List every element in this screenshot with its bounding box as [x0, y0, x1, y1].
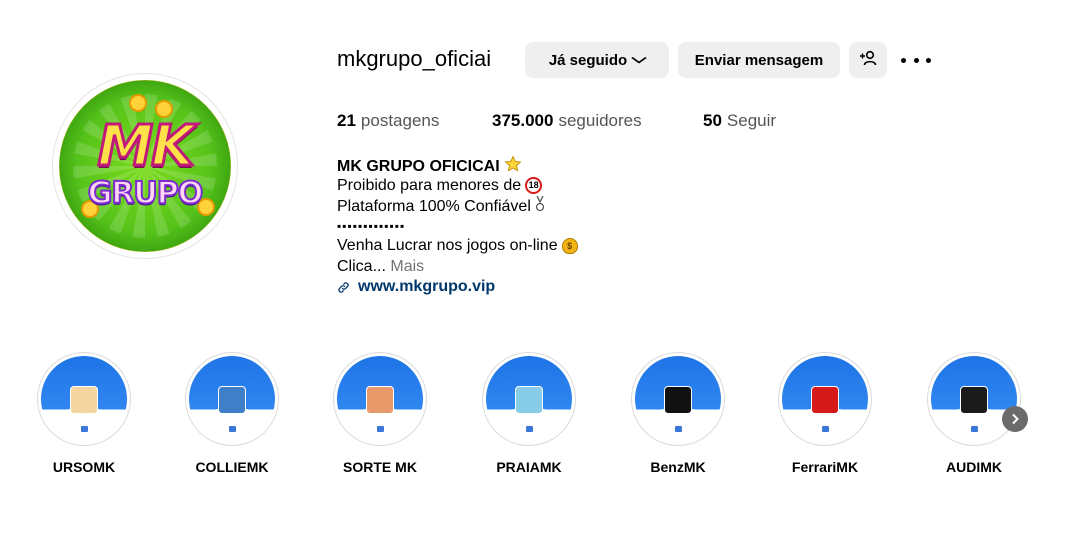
website-link-text: www.mkgrupo.vip — [358, 278, 496, 295]
highlight-label: AUDIMK — [946, 459, 1002, 475]
highlight-image — [931, 356, 1017, 442]
highlight-image — [189, 356, 275, 442]
bio-line1-text: Proibido para menores de — [337, 177, 522, 194]
highlight-label: BenzMK — [650, 459, 706, 475]
highlight-label: SORTE MK — [343, 459, 417, 475]
highlight-item[interactable]: FerrariMK — [777, 352, 873, 475]
bio-divider: ▪▪▪▪▪▪▪▪▪▪▪▪▪ — [337, 219, 406, 233]
highlight-cover — [778, 352, 872, 446]
more-options-icon[interactable] — [901, 48, 931, 72]
highlight-image — [486, 356, 572, 442]
bio-line-trust: Plataforma 100% Confiável — [337, 195, 545, 218]
highlight-image — [41, 356, 127, 442]
posts-count: 21 — [337, 111, 356, 130]
highlight-item[interactable]: SORTE MK — [332, 352, 428, 475]
highlight-thumbnail — [218, 386, 246, 414]
highlight-label: FerrariMK — [791, 459, 859, 475]
highlight-cover — [185, 352, 279, 446]
highlight-mini-icon — [229, 426, 236, 432]
highlight-item[interactable]: BenzMK — [630, 352, 726, 475]
bio-website-link[interactable]: www.mkgrupo.vip — [337, 278, 495, 296]
highlight-image — [635, 356, 721, 442]
highlight-thumbnail — [960, 386, 988, 414]
bio-line4-text: Venha Lucrar nos jogos on-line — [337, 237, 558, 254]
followers-label: seguidores — [558, 111, 642, 130]
highlight-label: PRAIAMK — [496, 459, 562, 475]
highlight-mini-icon — [81, 426, 88, 432]
highlight-mini-icon — [675, 426, 682, 432]
money-bag-icon: $ — [561, 237, 578, 254]
bio-line-click: Clica... Mais — [337, 257, 424, 277]
link-icon — [338, 281, 349, 293]
highlight-label: URSOMK — [52, 459, 116, 475]
send-message-button[interactable]: Enviar mensagem — [678, 42, 840, 78]
followers-count: 375.000 — [492, 111, 554, 130]
highlight-thumbnail — [811, 386, 839, 414]
following-button-label: Já seguido — [548, 51, 628, 69]
highlight-label: COLLIEMK — [195, 459, 269, 475]
avatar-image: MK GRUPO — [59, 80, 231, 252]
following-button[interactable]: Já seguido — [525, 42, 669, 78]
posts-label: postagens — [360, 111, 440, 130]
bio-line2-text: Plataforma 100% Confiável — [337, 198, 531, 216]
highlight-cover — [927, 352, 1021, 446]
followers-stat[interactable]: 375.000 seguidores — [492, 111, 642, 131]
chevron-right-icon[interactable] — [1002, 406, 1028, 432]
highlight-mini-icon — [377, 426, 384, 432]
following-label: Seguir — [726, 111, 777, 130]
suggest-users-button[interactable] — [849, 42, 887, 78]
bio-line5-text: Clica... — [337, 258, 386, 275]
highlight-item[interactable]: COLLIEMK — [184, 352, 280, 475]
highlight-thumbnail — [664, 386, 692, 414]
following-stat[interactable]: 50 Seguir — [703, 111, 776, 131]
highlight-thumbnail — [515, 386, 543, 414]
highlight-cover — [631, 352, 725, 446]
highlight-image — [337, 356, 423, 442]
posts-stat: 21 postagens — [337, 111, 439, 131]
highlight-mini-icon — [822, 426, 829, 432]
highlight-cover — [482, 352, 576, 446]
bio-name-text: MK GRUPO OFICICAI — [337, 158, 500, 176]
medal-icon — [535, 195, 545, 218]
bio-line-age: Proibido para menores de 18 — [337, 176, 543, 196]
highlight-cover — [37, 352, 131, 446]
highlight-mini-icon — [971, 426, 978, 432]
send-message-label: Enviar mensagem — [694, 51, 824, 69]
following-count: 50 — [703, 111, 722, 130]
chevron-down-icon — [631, 53, 648, 67]
highlight-item[interactable]: URSOMK — [36, 352, 132, 475]
avatar-logo-text: MK — [96, 113, 196, 181]
bio-more-link[interactable]: Mais — [390, 258, 424, 275]
person-add-icon — [859, 50, 877, 70]
highlight-cover — [333, 352, 427, 446]
highlight-item[interactable]: PRAIAMK — [481, 352, 577, 475]
profile-avatar[interactable]: MK GRUPO — [52, 73, 238, 259]
avatar-logo-subtext: GRUPO — [87, 175, 205, 212]
highlight-thumbnail — [366, 386, 394, 414]
age-restriction-icon: 18 — [525, 177, 543, 195]
profile-username: mkgrupo_oficiai — [337, 46, 492, 71]
highlight-thumbnail — [70, 386, 98, 414]
bio-line-cta: Venha Lucrar nos jogos on-line $ — [337, 236, 578, 256]
highlight-mini-icon — [526, 426, 533, 432]
highlight-image — [782, 356, 868, 442]
